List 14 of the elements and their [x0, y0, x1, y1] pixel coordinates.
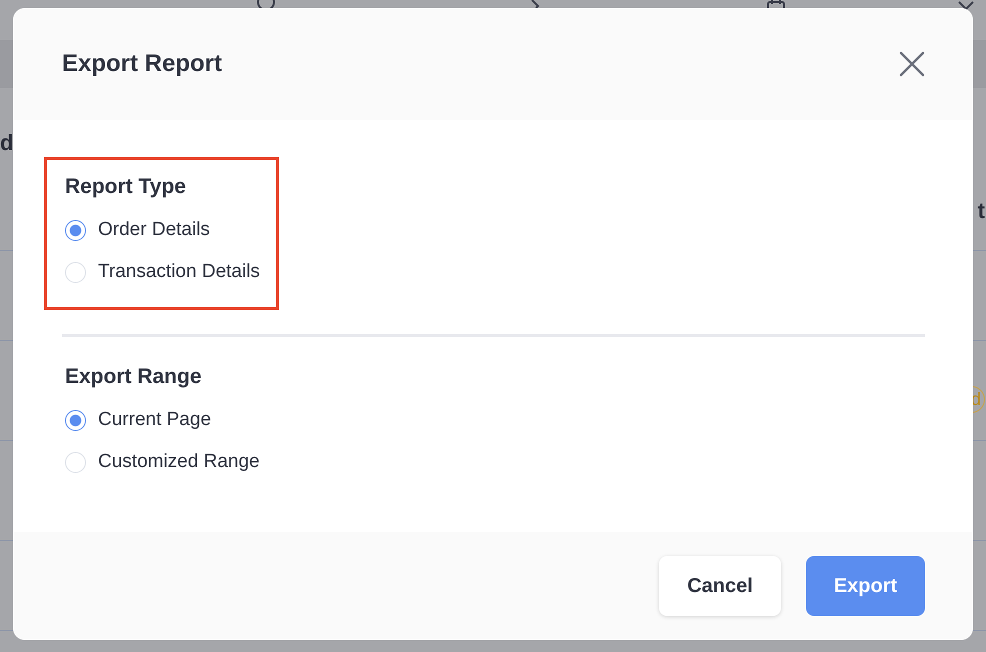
close-button[interactable]	[899, 51, 925, 77]
radio-option[interactable]: Current Page	[65, 399, 260, 441]
radio-button[interactable]	[65, 220, 86, 240]
column-heading: t	[978, 198, 985, 224]
section-heading: Export Range	[65, 365, 203, 389]
radio-option[interactable]: Transaction Details	[65, 251, 260, 293]
cancel-button[interactable]: Cancel	[659, 556, 781, 616]
radio-option[interactable]: Customized Range	[65, 441, 260, 483]
row-text: d	[0, 130, 14, 156]
radio-option[interactable]: Order Details	[65, 209, 260, 251]
radio-button[interactable]	[65, 410, 86, 430]
dialog-title: Export Report	[62, 50, 222, 78]
close-icon	[899, 51, 925, 77]
section-heading: Report Type	[65, 175, 187, 199]
